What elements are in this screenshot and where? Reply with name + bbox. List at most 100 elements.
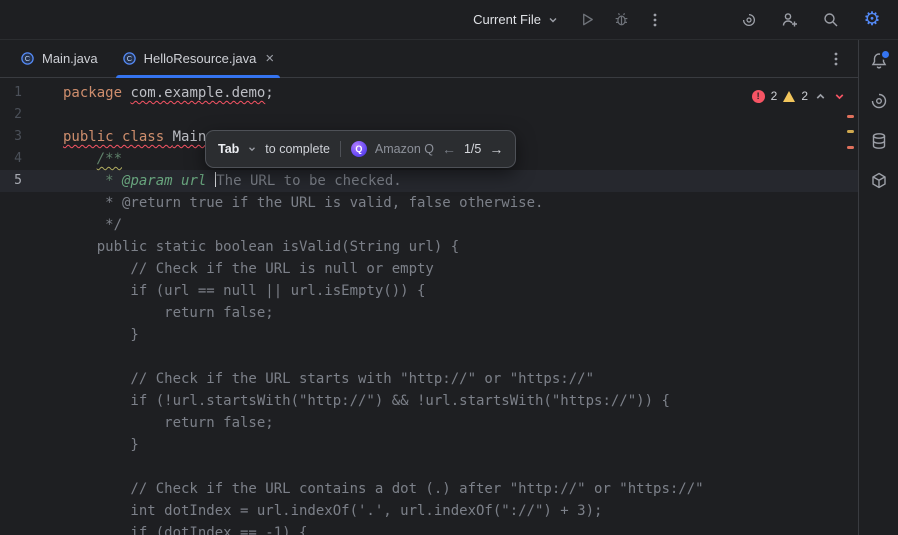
line-number[interactable] <box>0 434 40 456</box>
line-number[interactable]: 1 <box>0 82 40 104</box>
line-number[interactable] <box>0 258 40 280</box>
code-line[interactable]: if (dotIndex == -1) { <box>0 522 858 535</box>
line-number[interactable]: 5 <box>0 170 40 192</box>
line-number[interactable] <box>0 346 40 368</box>
ai-assistant-tool-button[interactable] <box>869 91 889 111</box>
code-token: * @return true if the URL is valid, fals… <box>63 195 543 211</box>
ai-assistant-icon <box>869 91 889 111</box>
line-number[interactable] <box>0 456 40 478</box>
chevron-down-icon[interactable] <box>247 144 257 154</box>
code-text: // Check if the URL is null or empty <box>40 258 434 280</box>
code-text: public class Main <box>40 126 206 148</box>
code-line[interactable]: if (!url.startsWith("http://") && !url.s… <box>0 390 858 412</box>
line-number[interactable] <box>0 192 40 214</box>
line-number[interactable] <box>0 236 40 258</box>
line-number[interactable]: 2 <box>0 104 40 126</box>
tab-close-icon[interactable]: × <box>265 51 274 66</box>
code-text: } <box>40 434 139 456</box>
code-line[interactable]: return false; <box>0 302 858 324</box>
code-line[interactable]: return false; <box>0 412 858 434</box>
ai-chat-button[interactable] <box>735 6 763 34</box>
line-number[interactable] <box>0 412 40 434</box>
amazon-q-logo-icon: Q <box>351 141 367 157</box>
code-line[interactable] <box>0 346 858 368</box>
dependencies-tool-button[interactable] <box>869 171 889 191</box>
code-token: package <box>63 85 130 101</box>
ide-window: Current File ⚙ <box>0 0 898 535</box>
kebab-menu-icon <box>647 12 663 28</box>
error-stripe-mark[interactable] <box>847 130 854 133</box>
code-token: int dotIndex = url.indexOf('.', url.inde… <box>63 503 602 519</box>
line-number[interactable] <box>0 500 40 522</box>
code-text: */ <box>40 214 122 236</box>
code-text: } <box>40 324 139 346</box>
code-text <box>40 346 63 368</box>
search-everywhere-button[interactable] <box>817 6 845 34</box>
code-token: ; <box>265 85 273 101</box>
suggestion-counter: 1/5 <box>464 138 481 160</box>
code-with-me-button[interactable] <box>776 6 804 34</box>
code-text: // Check if the URL starts with "http://… <box>40 368 594 390</box>
code-line[interactable]: 1package com.example.demo; <box>0 82 858 104</box>
warning-count: 2 <box>801 85 808 107</box>
warning-icon <box>783 91 795 102</box>
tab-label: HelloResource.java <box>144 51 257 66</box>
code-text: * @param url The URL to be checked. <box>40 170 402 192</box>
code-line[interactable]: 5 * @param url The URL to be checked. <box>0 170 858 192</box>
notifications-button[interactable] <box>869 51 889 71</box>
error-stripe[interactable] <box>844 78 858 535</box>
line-number[interactable] <box>0 280 40 302</box>
tab-main-java[interactable]: C Main.java <box>8 40 110 77</box>
code-line[interactable] <box>0 456 858 478</box>
code-token: @param <box>122 173 181 189</box>
error-stripe-mark[interactable] <box>847 146 854 149</box>
line-number[interactable]: 3 <box>0 126 40 148</box>
code-text: // Check if the URL contains a dot (.) a… <box>40 478 704 500</box>
error-count: 2 <box>771 85 778 107</box>
next-suggestion-arrow-icon[interactable]: → <box>489 142 503 156</box>
code-line[interactable]: int dotIndex = url.indexOf('.', url.inde… <box>0 500 858 522</box>
line-number[interactable] <box>0 522 40 535</box>
tab-label: Main.java <box>42 51 98 66</box>
run-configuration-label: Current File <box>473 12 541 27</box>
code-token: public static boolean isValid(String url… <box>63 239 459 255</box>
code-line[interactable]: 2 <box>0 104 858 126</box>
settings-button[interactable]: ⚙ <box>858 6 886 34</box>
code-line[interactable]: } <box>0 434 858 456</box>
code-line[interactable]: } <box>0 324 858 346</box>
line-number[interactable] <box>0 214 40 236</box>
run-configuration-selector[interactable]: Current File <box>465 7 567 32</box>
more-actions-button[interactable] <box>641 6 669 34</box>
gear-icon: ⚙ <box>863 11 880 29</box>
code-line[interactable]: public static boolean isValid(String url… <box>0 236 858 258</box>
error-stripe-mark[interactable] <box>847 115 854 118</box>
code-token: // Check if the URL is null or empty <box>63 261 434 277</box>
line-number[interactable] <box>0 302 40 324</box>
code-line[interactable]: // Check if the URL starts with "http://… <box>0 368 858 390</box>
tab-key-label[interactable]: Tab <box>218 138 239 160</box>
line-number[interactable] <box>0 324 40 346</box>
code-token: } <box>63 327 139 343</box>
line-number[interactable] <box>0 390 40 412</box>
line-number[interactable]: 4 <box>0 148 40 170</box>
code-line[interactable]: */ <box>0 214 858 236</box>
tab-options-button[interactable] <box>814 40 858 77</box>
code-line[interactable]: // Check if the URL contains a dot (.) a… <box>0 478 858 500</box>
run-button[interactable] <box>573 6 601 34</box>
code-text: package com.example.demo; <box>40 82 274 104</box>
code-token: url <box>181 173 215 189</box>
inspections-widget[interactable]: ! 2 2 <box>752 85 846 107</box>
code-line[interactable]: // Check if the URL is null or empty <box>0 258 858 280</box>
tab-helloresource-java[interactable]: C HelloResource.java × <box>110 40 287 77</box>
previous-problem-icon[interactable] <box>814 90 827 103</box>
database-tool-button[interactable] <box>869 131 889 151</box>
code-line[interactable]: * @return true if the URL is valid, fals… <box>0 192 858 214</box>
line-number[interactable] <box>0 368 40 390</box>
code-token: } <box>63 437 139 453</box>
debug-button[interactable] <box>607 6 635 34</box>
code-editor[interactable]: 1package com.example.demo;23public class… <box>0 78 858 535</box>
code-line[interactable]: if (url == null || url.isEmpty()) { <box>0 280 858 302</box>
line-number[interactable] <box>0 478 40 500</box>
previous-suggestion-arrow-icon[interactable]: ← <box>442 142 456 156</box>
chevron-down-icon <box>547 14 559 26</box>
